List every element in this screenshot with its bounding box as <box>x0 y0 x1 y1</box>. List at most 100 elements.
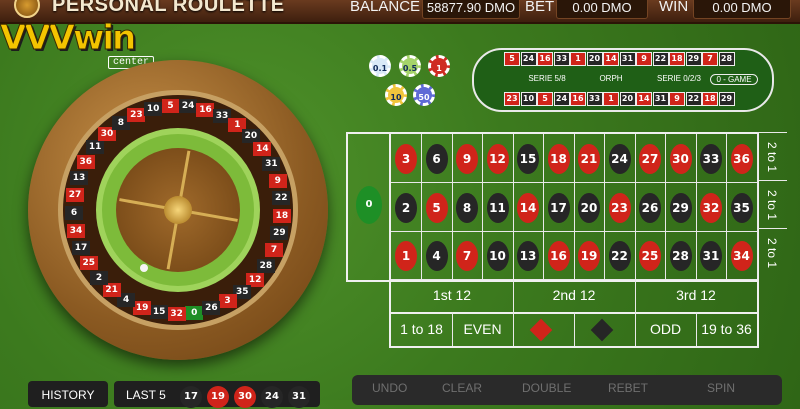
racetrack-number-18[interactable]: 18 <box>702 92 718 106</box>
racetrack-number-23[interactable]: 23 <box>504 92 520 106</box>
racetrack-number-9[interactable]: 9 <box>636 52 652 66</box>
number-cell[interactable]: 8 <box>452 182 483 232</box>
bet-odd[interactable]: ODD <box>635 312 697 346</box>
chip-50[interactable]: 50 <box>413 84 435 106</box>
number-cell[interactable]: 7 <box>452 231 483 281</box>
chip-0-5[interactable]: 0.5 <box>399 55 421 77</box>
number-cell[interactable]: 4 <box>421 231 453 281</box>
dozens-row[interactable]: 1st 12 2nd 12 3rd 12 <box>389 278 759 314</box>
number-cell[interactable]: 26 <box>635 182 666 232</box>
column-bet-bottom[interactable]: 2 to 1 <box>757 228 787 277</box>
number-cell[interactable]: 30 <box>665 134 697 183</box>
racetrack-number-28[interactable]: 28 <box>718 52 735 66</box>
racetrack-number-14[interactable]: 14 <box>636 92 652 106</box>
undo-button[interactable]: UNDO <box>372 381 407 395</box>
racetrack-number-29[interactable]: 29 <box>685 52 702 66</box>
number-8: 8 <box>456 192 478 223</box>
number-cell[interactable]: 11 <box>482 182 514 232</box>
number-cell[interactable]: 31 <box>696 231 727 281</box>
number-cell[interactable]: 19 <box>574 231 605 281</box>
number-0[interactable]: 0 <box>356 186 382 224</box>
dozen-2nd[interactable]: 2nd 12 <box>513 278 636 312</box>
number-cell[interactable]: 23 <box>604 182 636 232</box>
number-cell[interactable]: 32 <box>696 182 727 232</box>
number-cell[interactable]: 3 <box>391 134 422 183</box>
racetrack-number-1[interactable]: 1 <box>603 92 619 106</box>
number-cell[interactable]: 15 <box>513 134 544 183</box>
racetrack-number-9[interactable]: 9 <box>669 92 685 106</box>
number-cell[interactable]: 35 <box>726 182 758 232</box>
racetrack-number-5[interactable]: 5 <box>504 52 520 66</box>
racetrack-section-serie023[interactable]: SERIE 0/2/3 <box>640 74 718 83</box>
number-cell[interactable]: 21 <box>574 134 605 183</box>
dozen-3rd[interactable]: 3rd 12 <box>635 278 757 312</box>
racetrack-number-22[interactable]: 22 <box>652 52 669 66</box>
clear-button[interactable]: CLEAR <box>442 381 482 395</box>
racetrack-section-zero-game[interactable]: 0 - GAME <box>710 74 758 85</box>
outside-bets-row[interactable]: 1 to 18 EVEN ODD 19 to 36 <box>389 312 759 348</box>
racetrack-number-14[interactable]: 14 <box>603 52 619 66</box>
column-bet-top[interactable]: 2 to 1 <box>757 132 787 181</box>
bet-black[interactable] <box>574 312 636 346</box>
racetrack-number-22[interactable]: 22 <box>685 92 702 106</box>
racetrack-number-29[interactable]: 29 <box>718 92 735 106</box>
number-cell[interactable]: 33 <box>696 134 727 183</box>
chip-1[interactable]: 1 <box>428 55 450 77</box>
column-bet-middle[interactable]: 2 to 1 <box>757 180 787 229</box>
number-cell[interactable]: 27 <box>635 134 666 183</box>
racetrack-number-24[interactable]: 24 <box>553 92 570 106</box>
number-cell[interactable]: 29 <box>665 182 697 232</box>
number-cell[interactable]: 13 <box>513 231 544 281</box>
bet-19-to-36[interactable]: 19 to 36 <box>696 312 757 346</box>
number-cell[interactable]: 6 <box>421 134 453 183</box>
dozen-1st[interactable]: 1st 12 <box>391 278 514 312</box>
double-button[interactable]: DOUBLE <box>522 381 571 395</box>
racetrack-number-10[interactable]: 10 <box>520 92 537 106</box>
racetrack-number-20[interactable]: 20 <box>619 92 636 106</box>
number-cell[interactable]: 18 <box>543 134 575 183</box>
bet-1-to-18[interactable]: 1 to 18 <box>391 312 453 346</box>
number-cell[interactable]: 36 <box>726 134 758 183</box>
rebet-button[interactable]: REBET <box>608 381 648 395</box>
racetrack-number-1[interactable]: 1 <box>570 52 586 66</box>
number-cell[interactable]: 1 <box>391 231 422 281</box>
chip-10[interactable]: 10 <box>385 84 407 106</box>
balance-value: 58877.90 DMO <box>422 0 520 19</box>
wheel-hub <box>164 196 192 224</box>
racetrack-number-24[interactable]: 24 <box>520 52 537 66</box>
number-cell[interactable]: 5 <box>421 182 453 232</box>
number-cell[interactable]: 25 <box>635 231 666 281</box>
racetrack-number-7[interactable]: 7 <box>702 52 718 66</box>
racetrack-number-33[interactable]: 33 <box>553 52 570 66</box>
number-grid[interactable]: 3 6 9 12 15 18 21 24 27 30 33 36 2 5 8 11 14 17 20 23 26 29 32… <box>389 132 759 282</box>
racetrack-number-31[interactable]: 31 <box>652 92 669 106</box>
number-cell[interactable]: 28 <box>665 231 697 281</box>
bet-even[interactable]: EVEN <box>452 312 514 346</box>
racetrack-number-18[interactable]: 18 <box>669 52 685 66</box>
number-cell[interactable]: 9 <box>452 134 483 183</box>
bet-red[interactable] <box>513 312 575 346</box>
number-cell[interactable]: 10 <box>482 231 514 281</box>
number-cell[interactable]: 16 <box>543 231 575 281</box>
spin-button[interactable]: SPIN <box>707 381 735 395</box>
number-cell[interactable]: 20 <box>574 182 605 232</box>
number-cell[interactable]: 24 <box>604 134 636 183</box>
number-cell[interactable]: 17 <box>543 182 575 232</box>
racetrack-number-16[interactable]: 16 <box>570 92 586 106</box>
bet-label: BET <box>525 0 555 15</box>
racetrack-section-serie58[interactable]: SERIE 5/8 <box>512 74 582 83</box>
number-cell[interactable]: 34 <box>726 231 758 281</box>
number-cell[interactable]: 22 <box>604 231 636 281</box>
number-cell[interactable]: 14 <box>513 182 544 232</box>
racetrack[interactable]: 5 24 16 33 1 20 14 31 9 22 18 29 7 28 23 10 5 24 16 33 1 20 1… <box>472 48 774 112</box>
racetrack-number-16[interactable]: 16 <box>537 52 553 66</box>
racetrack-number-31[interactable]: 31 <box>619 52 636 66</box>
chip-0-1[interactable]: 0.1 <box>369 55 391 77</box>
racetrack-section-orph[interactable]: ORPH <box>586 74 636 83</box>
racetrack-number-33[interactable]: 33 <box>586 92 603 106</box>
history-button[interactable]: HISTORY <box>28 381 108 407</box>
racetrack-number-20[interactable]: 20 <box>586 52 603 66</box>
number-cell[interactable]: 12 <box>482 134 514 183</box>
racetrack-number-5[interactable]: 5 <box>537 92 553 106</box>
number-cell[interactable]: 2 <box>391 182 422 232</box>
